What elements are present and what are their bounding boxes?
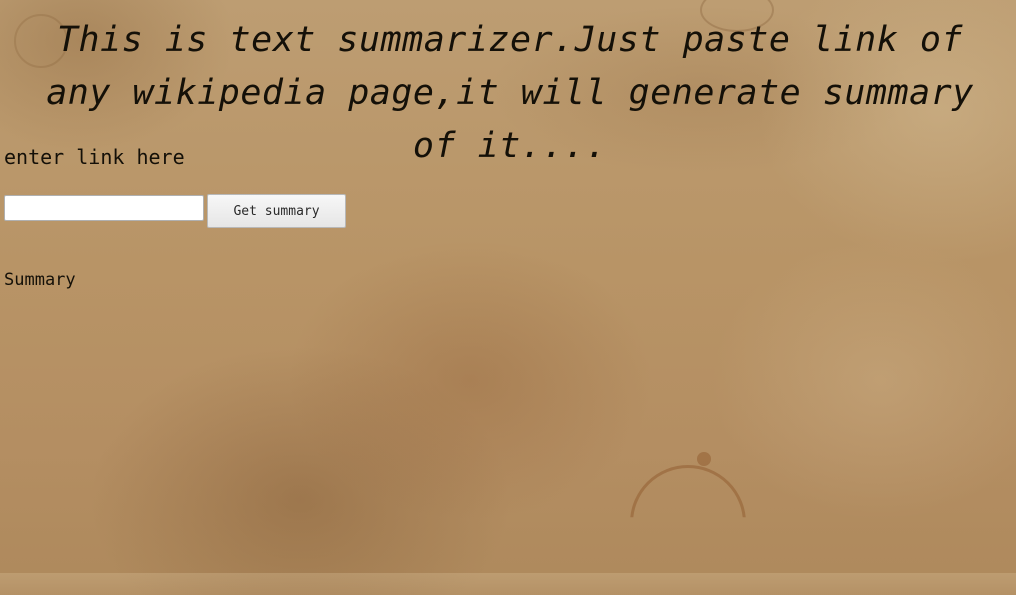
paper-texture-band bbox=[0, 573, 1016, 595]
summary-heading: Summary bbox=[4, 270, 76, 290]
link-input-label: enter link here bbox=[4, 145, 185, 169]
coffee-stain-dot bbox=[697, 452, 711, 466]
coffee-stain-arc bbox=[630, 465, 746, 518]
wikipedia-link-input[interactable] bbox=[4, 195, 204, 221]
get-summary-button[interactable]: Get summary bbox=[207, 194, 346, 228]
